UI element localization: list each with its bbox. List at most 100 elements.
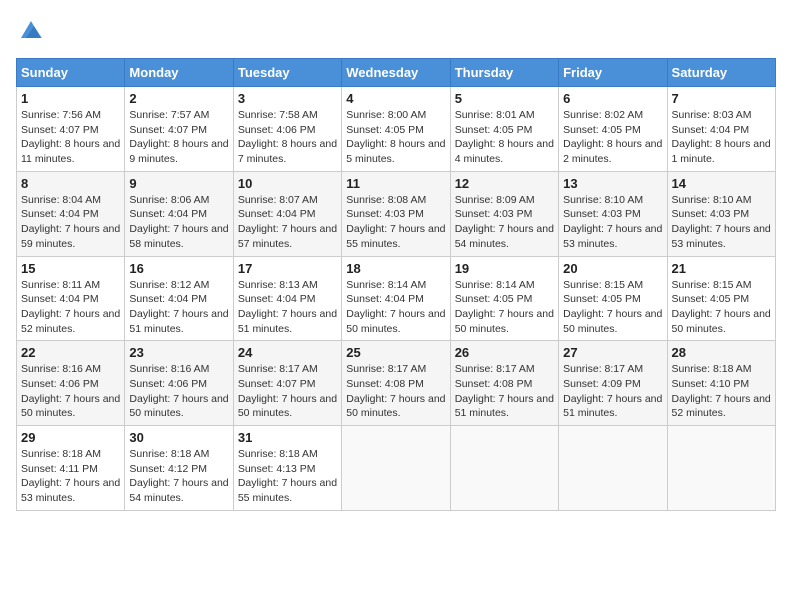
day-info: Sunrise: 8:14 AM Sunset: 4:05 PM Dayligh… [455, 278, 554, 337]
calendar-cell: 1 Sunrise: 7:56 AM Sunset: 4:07 PM Dayli… [17, 87, 125, 172]
day-number: 22 [21, 345, 120, 360]
day-info: Sunrise: 8:14 AM Sunset: 4:04 PM Dayligh… [346, 278, 445, 337]
header-cell-wednesday: Wednesday [342, 59, 450, 87]
calendar-week-3: 15 Sunrise: 8:11 AM Sunset: 4:04 PM Dayl… [17, 256, 776, 341]
header-cell-sunday: Sunday [17, 59, 125, 87]
calendar-cell: 15 Sunrise: 8:11 AM Sunset: 4:04 PM Dayl… [17, 256, 125, 341]
day-number: 29 [21, 430, 120, 445]
sunset-text: Sunset: 4:08 PM [346, 378, 424, 390]
day-info: Sunrise: 8:07 AM Sunset: 4:04 PM Dayligh… [238, 193, 337, 252]
day-number: 20 [563, 261, 662, 276]
sunset-text: Sunset: 4:03 PM [455, 208, 533, 220]
calendar-cell: 29 Sunrise: 8:18 AM Sunset: 4:11 PM Dayl… [17, 426, 125, 511]
day-number: 11 [346, 176, 445, 191]
calendar-cell: 7 Sunrise: 8:03 AM Sunset: 4:04 PM Dayli… [667, 87, 775, 172]
daylight-text: Daylight: 8 hours and 9 minutes. [129, 138, 228, 165]
day-number: 21 [672, 261, 771, 276]
daylight-text: Daylight: 8 hours and 11 minutes. [21, 138, 120, 165]
sunrise-text: Sunrise: 8:08 AM [346, 194, 426, 206]
day-info: Sunrise: 8:10 AM Sunset: 4:03 PM Dayligh… [672, 193, 771, 252]
calendar-week-1: 1 Sunrise: 7:56 AM Sunset: 4:07 PM Dayli… [17, 87, 776, 172]
calendar-cell: 27 Sunrise: 8:17 AM Sunset: 4:09 PM Dayl… [559, 341, 667, 426]
calendar-cell: 2 Sunrise: 7:57 AM Sunset: 4:07 PM Dayli… [125, 87, 233, 172]
day-number: 15 [21, 261, 120, 276]
day-number: 6 [563, 91, 662, 106]
day-number: 4 [346, 91, 445, 106]
daylight-text: Daylight: 7 hours and 50 minutes. [563, 308, 662, 335]
sunrise-text: Sunrise: 8:18 AM [129, 448, 209, 460]
day-info: Sunrise: 8:03 AM Sunset: 4:04 PM Dayligh… [672, 108, 771, 167]
logo-icon [16, 16, 46, 46]
calendar-cell [450, 426, 558, 511]
sunset-text: Sunset: 4:07 PM [238, 378, 316, 390]
sunset-text: Sunset: 4:08 PM [455, 378, 533, 390]
day-number: 10 [238, 176, 337, 191]
daylight-text: Daylight: 8 hours and 7 minutes. [238, 138, 337, 165]
calendar-cell: 26 Sunrise: 8:17 AM Sunset: 4:08 PM Dayl… [450, 341, 558, 426]
daylight-text: Daylight: 7 hours and 51 minutes. [563, 393, 662, 420]
calendar-cell: 31 Sunrise: 8:18 AM Sunset: 4:13 PM Dayl… [233, 426, 341, 511]
daylight-text: Daylight: 8 hours and 1 minute. [672, 138, 771, 165]
daylight-text: Daylight: 7 hours and 52 minutes. [672, 393, 771, 420]
sunrise-text: Sunrise: 8:13 AM [238, 279, 318, 291]
calendar-cell: 5 Sunrise: 8:01 AM Sunset: 4:05 PM Dayli… [450, 87, 558, 172]
calendar-cell: 22 Sunrise: 8:16 AM Sunset: 4:06 PM Dayl… [17, 341, 125, 426]
sunrise-text: Sunrise: 8:02 AM [563, 109, 643, 121]
calendar-cell: 23 Sunrise: 8:16 AM Sunset: 4:06 PM Dayl… [125, 341, 233, 426]
sunrise-text: Sunrise: 8:18 AM [21, 448, 101, 460]
day-number: 31 [238, 430, 337, 445]
sunset-text: Sunset: 4:04 PM [129, 293, 207, 305]
sunset-text: Sunset: 4:03 PM [672, 208, 750, 220]
day-info: Sunrise: 8:12 AM Sunset: 4:04 PM Dayligh… [129, 278, 228, 337]
day-number: 3 [238, 91, 337, 106]
header-cell-tuesday: Tuesday [233, 59, 341, 87]
day-number: 27 [563, 345, 662, 360]
daylight-text: Daylight: 7 hours and 50 minutes. [672, 308, 771, 335]
day-number: 18 [346, 261, 445, 276]
day-info: Sunrise: 8:09 AM Sunset: 4:03 PM Dayligh… [455, 193, 554, 252]
sunset-text: Sunset: 4:09 PM [563, 378, 641, 390]
calendar-cell: 21 Sunrise: 8:15 AM Sunset: 4:05 PM Dayl… [667, 256, 775, 341]
calendar-cell: 20 Sunrise: 8:15 AM Sunset: 4:05 PM Dayl… [559, 256, 667, 341]
sunrise-text: Sunrise: 7:57 AM [129, 109, 209, 121]
day-info: Sunrise: 8:18 AM Sunset: 4:11 PM Dayligh… [21, 447, 120, 506]
sunrise-text: Sunrise: 8:03 AM [672, 109, 752, 121]
daylight-text: Daylight: 7 hours and 50 minutes. [346, 393, 445, 420]
day-info: Sunrise: 8:11 AM Sunset: 4:04 PM Dayligh… [21, 278, 120, 337]
header-cell-friday: Friday [559, 59, 667, 87]
calendar-cell: 8 Sunrise: 8:04 AM Sunset: 4:04 PM Dayli… [17, 171, 125, 256]
day-info: Sunrise: 8:08 AM Sunset: 4:03 PM Dayligh… [346, 193, 445, 252]
day-info: Sunrise: 8:06 AM Sunset: 4:04 PM Dayligh… [129, 193, 228, 252]
day-info: Sunrise: 7:56 AM Sunset: 4:07 PM Dayligh… [21, 108, 120, 167]
daylight-text: Daylight: 7 hours and 51 minutes. [455, 393, 554, 420]
header-cell-thursday: Thursday [450, 59, 558, 87]
sunset-text: Sunset: 4:05 PM [563, 293, 641, 305]
sunset-text: Sunset: 4:05 PM [455, 293, 533, 305]
sunrise-text: Sunrise: 8:09 AM [455, 194, 535, 206]
daylight-text: Daylight: 7 hours and 53 minutes. [21, 477, 120, 504]
daylight-text: Daylight: 7 hours and 51 minutes. [129, 308, 228, 335]
sunset-text: Sunset: 4:12 PM [129, 463, 207, 475]
sunrise-text: Sunrise: 8:17 AM [238, 363, 318, 375]
calendar-cell: 12 Sunrise: 8:09 AM Sunset: 4:03 PM Dayl… [450, 171, 558, 256]
calendar-cell: 13 Sunrise: 8:10 AM Sunset: 4:03 PM Dayl… [559, 171, 667, 256]
sunset-text: Sunset: 4:04 PM [672, 124, 750, 136]
sunrise-text: Sunrise: 8:18 AM [238, 448, 318, 460]
calendar-cell: 17 Sunrise: 8:13 AM Sunset: 4:04 PM Dayl… [233, 256, 341, 341]
day-info: Sunrise: 8:00 AM Sunset: 4:05 PM Dayligh… [346, 108, 445, 167]
sunset-text: Sunset: 4:06 PM [129, 378, 207, 390]
sunset-text: Sunset: 4:13 PM [238, 463, 316, 475]
calendar-cell: 14 Sunrise: 8:10 AM Sunset: 4:03 PM Dayl… [667, 171, 775, 256]
day-number: 17 [238, 261, 337, 276]
sunset-text: Sunset: 4:05 PM [346, 124, 424, 136]
daylight-text: Daylight: 7 hours and 53 minutes. [563, 223, 662, 250]
day-number: 30 [129, 430, 228, 445]
sunrise-text: Sunrise: 8:12 AM [129, 279, 209, 291]
day-number: 16 [129, 261, 228, 276]
sunset-text: Sunset: 4:06 PM [21, 378, 99, 390]
day-info: Sunrise: 8:13 AM Sunset: 4:04 PM Dayligh… [238, 278, 337, 337]
day-info: Sunrise: 8:15 AM Sunset: 4:05 PM Dayligh… [672, 278, 771, 337]
calendar-cell: 28 Sunrise: 8:18 AM Sunset: 4:10 PM Dayl… [667, 341, 775, 426]
sunrise-text: Sunrise: 8:11 AM [21, 279, 100, 291]
calendar-cell: 16 Sunrise: 8:12 AM Sunset: 4:04 PM Dayl… [125, 256, 233, 341]
